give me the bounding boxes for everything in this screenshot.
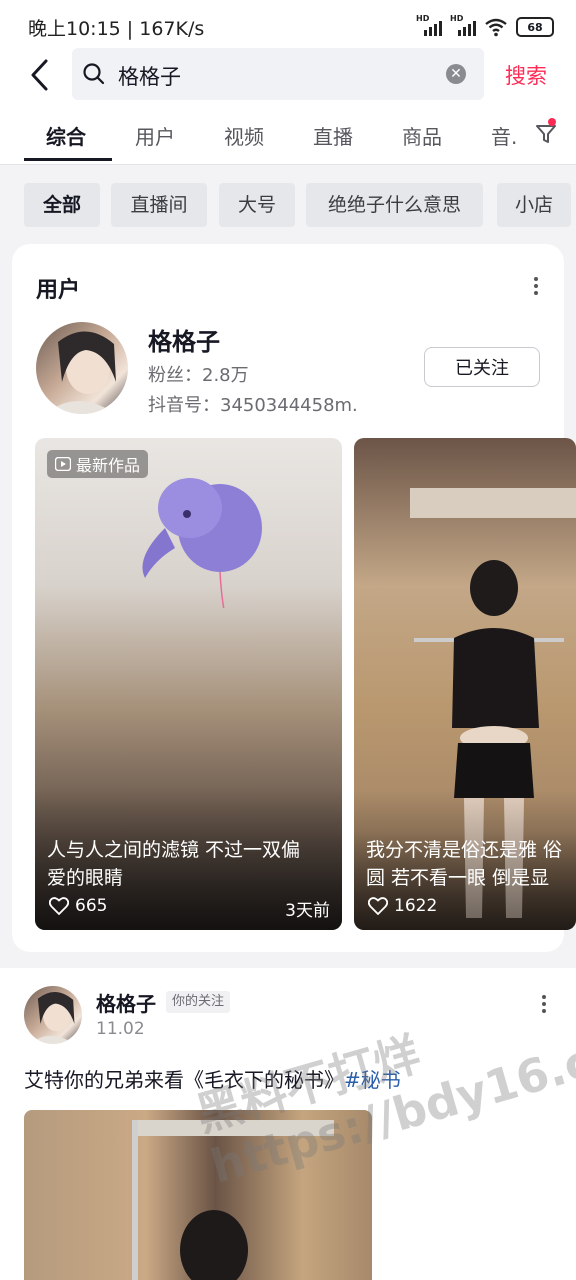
notification-dot	[548, 118, 556, 126]
tab-bar	[0, 104, 576, 165]
video-card[interactable]: 最新作品 人与人之间的滤镜 不过一双偏 爱的眼睛 665 3天前	[35, 438, 342, 930]
tab-products[interactable]: 商品	[402, 121, 442, 150]
like-count: 665	[75, 896, 108, 916]
filter-chip-all[interactable]: 全部	[24, 183, 100, 227]
video-caption: 我分不清是俗还是雅 俗	[366, 839, 563, 861]
video-caption: 人与人之间的滤镜 不过一双偏	[47, 839, 301, 861]
tab-videos[interactable]: 视频	[224, 121, 264, 150]
video-card-2[interactable]: 我分不清是俗还是雅 俗 圆 若不看一眼 倒是显 1622	[354, 438, 576, 930]
post-avatar[interactable]	[24, 986, 82, 1044]
search-icon	[83, 63, 105, 85]
filter-chip-shop[interactable]: 小店	[497, 183, 571, 227]
video-date: 3天前	[285, 901, 330, 921]
signal-icon-2: HD	[450, 14, 476, 38]
filter-chip-big-account[interactable]: 大号	[219, 183, 295, 227]
status-time: 晚上10:15 | 167K/s	[28, 18, 205, 40]
video-caption-line2: 圆 若不看一眼 倒是显	[366, 867, 550, 889]
elephant-balloon-image	[142, 478, 262, 608]
video-caption-line2: 爱的眼睛	[47, 867, 124, 889]
tab-music[interactable]: 音.	[491, 121, 517, 150]
tab-underline	[24, 158, 112, 161]
latest-work-label: 最新作品	[76, 456, 141, 475]
filter-chip-meaning[interactable]: 绝绝子什么意思	[306, 183, 483, 227]
search-button[interactable]: 搜索	[505, 60, 547, 90]
status-icons: HD HD 68	[416, 14, 554, 40]
following-badge: 你的关注	[166, 991, 231, 1013]
battery-icon: 68	[516, 17, 554, 37]
video-likes: 1622	[368, 896, 437, 916]
filter-chip-live-room[interactable]: 直播间	[111, 183, 207, 227]
back-icon[interactable]	[26, 57, 56, 93]
heart-icon	[49, 897, 69, 915]
section-title: 用户	[36, 278, 81, 303]
tab-live[interactable]: 直播	[313, 121, 353, 150]
fans-count: 粉丝：2.8万	[148, 365, 249, 386]
video-likes: 665	[49, 896, 107, 916]
more-icon[interactable]	[530, 274, 542, 298]
post-date: 11.02	[96, 1019, 145, 1039]
clear-icon[interactable]: ✕	[446, 64, 466, 84]
play-icon	[55, 457, 71, 471]
tab-users[interactable]: 用户	[135, 121, 175, 150]
tab-comprehensive[interactable]: 综合	[46, 121, 86, 150]
like-count: 1622	[394, 896, 438, 916]
douyin-id: 抖音号：3450344458m.	[148, 395, 358, 416]
wifi-icon	[485, 18, 507, 37]
heart-icon	[368, 897, 388, 915]
user-name[interactable]: 格格子	[148, 322, 220, 357]
signal-icon: HD	[416, 14, 442, 38]
avatar[interactable]	[36, 322, 128, 414]
latest-work-badge: 最新作品	[47, 450, 149, 478]
follow-button[interactable]: 已关注	[424, 347, 540, 387]
post-author[interactable]: 格格子	[96, 988, 156, 1017]
search-input[interactable]: 格格子	[118, 61, 181, 91]
filter-icon[interactable]	[534, 122, 558, 146]
